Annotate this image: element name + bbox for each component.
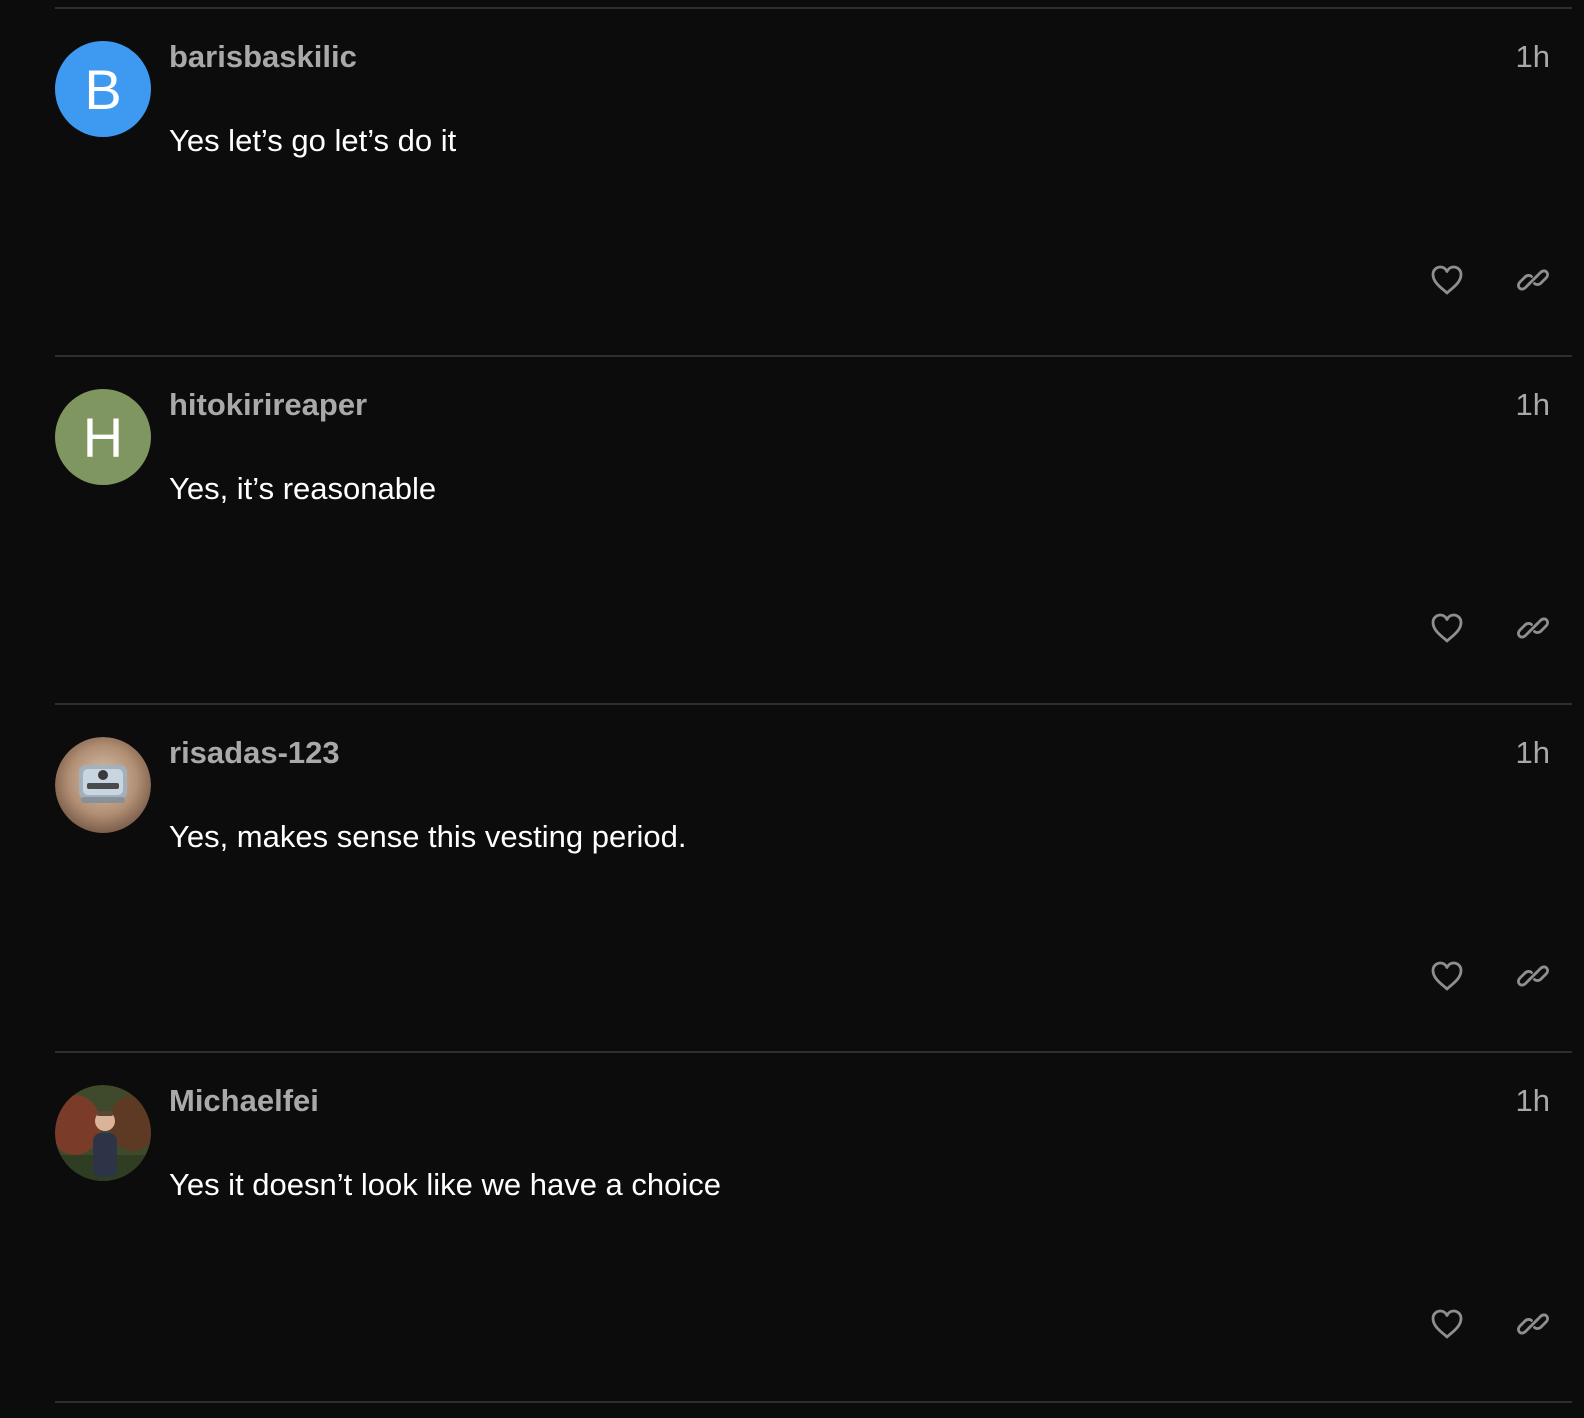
- post: B barisbaskilic 1h Yes let’s go let’s do…: [55, 7, 1572, 357]
- avatar-letter: B: [84, 57, 122, 121]
- username[interactable]: hitokirireaper: [169, 387, 367, 423]
- person-photo-avatar: [55, 1085, 151, 1181]
- heart-icon: [1431, 265, 1463, 295]
- post-actions: [1428, 261, 1552, 299]
- avatar-letter: H: [82, 405, 124, 469]
- share-link-button[interactable]: [1514, 609, 1552, 647]
- post-actions: [1428, 1305, 1552, 1343]
- post-time[interactable]: 1h: [1516, 39, 1550, 75]
- like-button[interactable]: [1428, 957, 1466, 995]
- share-link-button[interactable]: [1514, 957, 1552, 995]
- link-icon: [1517, 965, 1549, 987]
- post-body: Yes let’s go let’s do it: [169, 123, 457, 158]
- post: risadas-123 1h Yes, makes sense this ves…: [55, 703, 1572, 1053]
- share-link-button[interactable]: [1514, 1305, 1552, 1343]
- avatar[interactable]: [55, 1085, 151, 1181]
- post: Michaelfei 1h Yes it doesn’t look like w…: [55, 1051, 1572, 1403]
- username[interactable]: Michaelfei: [169, 1083, 319, 1119]
- like-button[interactable]: [1428, 261, 1466, 299]
- like-button[interactable]: [1428, 609, 1466, 647]
- link-icon: [1517, 617, 1549, 639]
- link-icon: [1517, 269, 1549, 291]
- heart-icon: [1431, 613, 1463, 643]
- product-photo-avatar: [55, 737, 151, 833]
- post-actions: [1428, 957, 1552, 995]
- avatar[interactable]: [55, 737, 151, 833]
- post-actions: [1428, 609, 1552, 647]
- like-button[interactable]: [1428, 1305, 1466, 1343]
- avatar[interactable]: H: [55, 389, 151, 485]
- post-body: Yes it doesn’t look like we have a choic…: [169, 1167, 722, 1202]
- post-time[interactable]: 1h: [1516, 735, 1550, 771]
- post-body: Yes, makes sense this vesting period.: [169, 819, 687, 854]
- avatar[interactable]: B: [55, 41, 151, 137]
- share-link-button[interactable]: [1514, 261, 1552, 299]
- username[interactable]: risadas-123: [169, 735, 340, 771]
- heart-icon: [1431, 961, 1463, 991]
- post: H hitokirireaper 1h Yes, it’s reasonable: [55, 355, 1572, 705]
- post-stream: B barisbaskilic 1h Yes let’s go let’s do…: [0, 0, 1584, 1418]
- link-icon: [1517, 1313, 1549, 1335]
- post-time[interactable]: 1h: [1516, 387, 1550, 423]
- post-time[interactable]: 1h: [1516, 1083, 1550, 1119]
- post-body: Yes, it’s reasonable: [169, 471, 437, 506]
- username[interactable]: barisbaskilic: [169, 39, 357, 75]
- heart-icon: [1431, 1309, 1463, 1339]
